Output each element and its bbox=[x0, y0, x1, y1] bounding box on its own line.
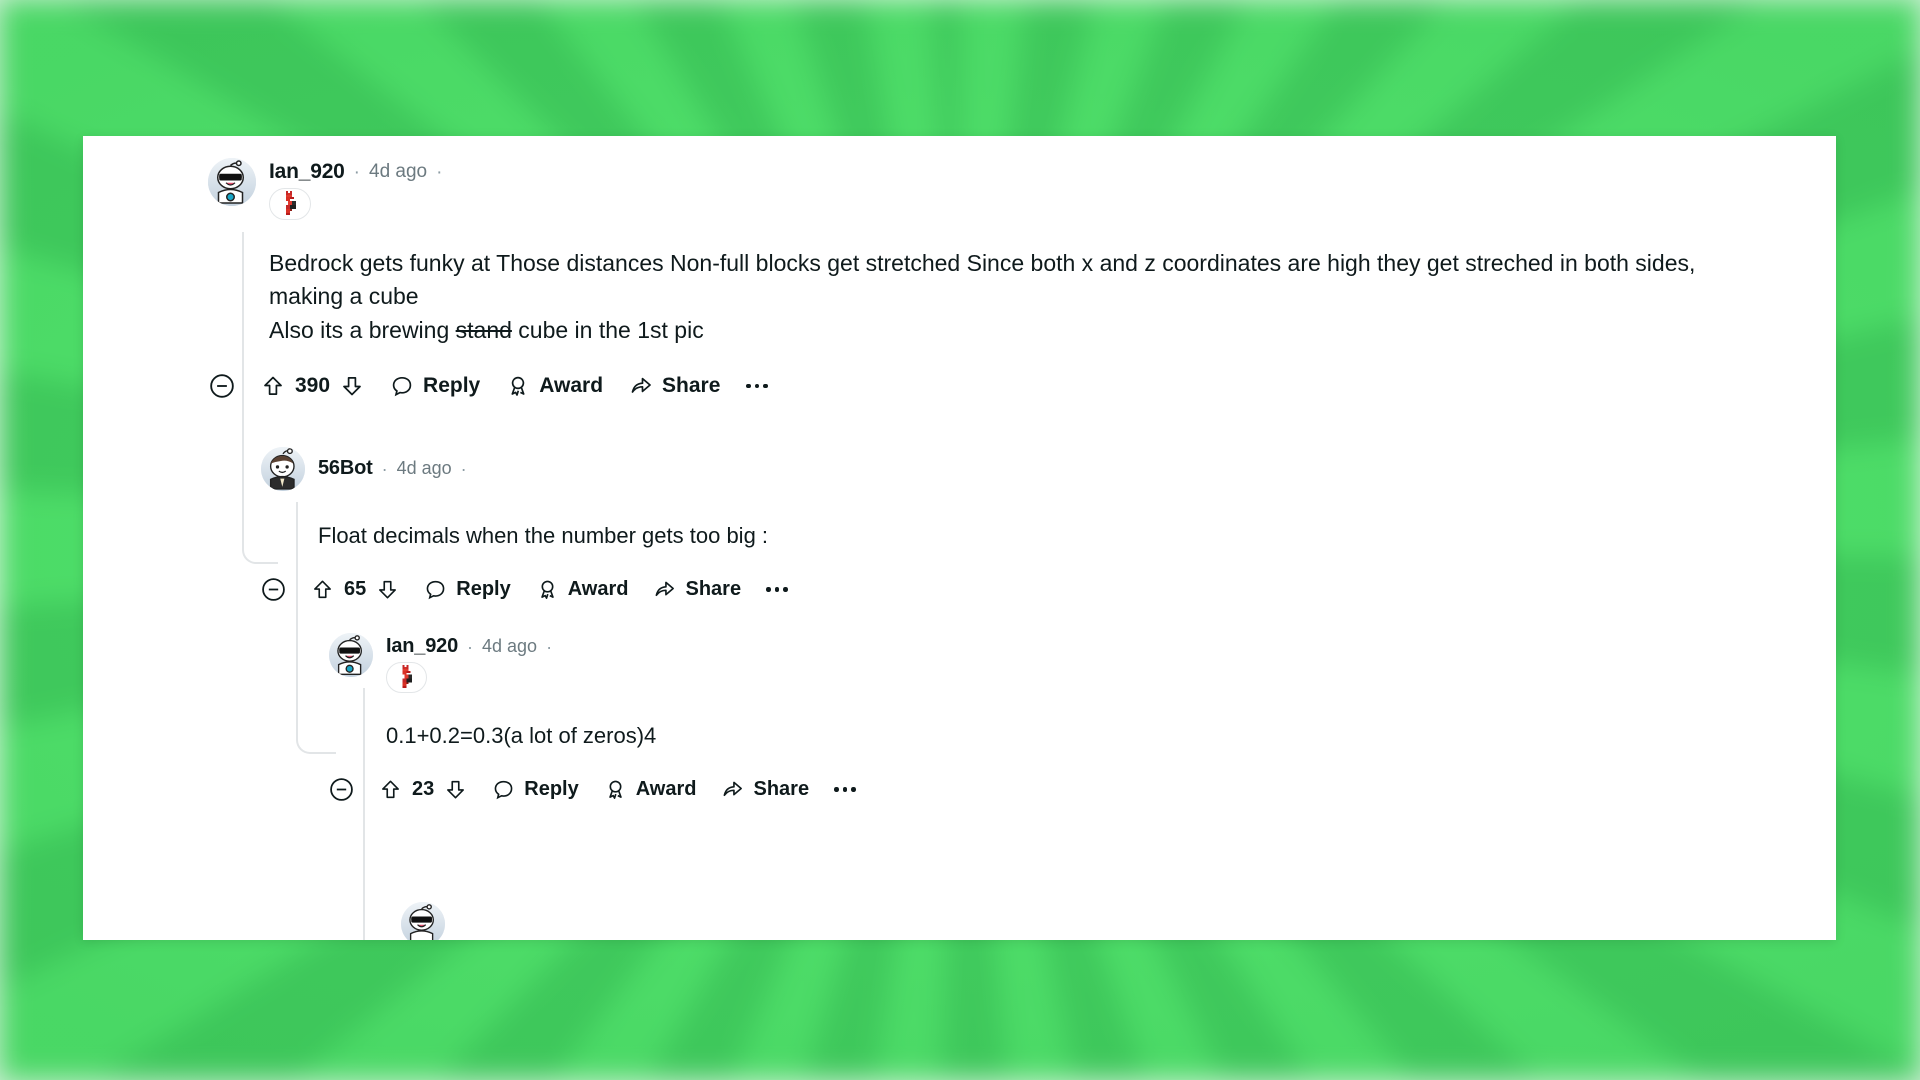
downvote-button[interactable] bbox=[376, 578, 399, 601]
vote-group: 390 bbox=[261, 374, 364, 398]
upvote-button[interactable] bbox=[379, 778, 402, 801]
share-arrow-icon bbox=[721, 778, 744, 801]
comment-bubble-icon bbox=[424, 578, 447, 601]
share-button[interactable]: Share bbox=[629, 374, 720, 398]
comment-paragraph: Bedrock gets funky at Those distances No… bbox=[269, 247, 1767, 314]
comment-header: 56Bot · 4d ago · bbox=[261, 447, 788, 491]
award-ribbon-icon bbox=[604, 778, 627, 801]
meta-separator: · bbox=[381, 458, 388, 479]
vote-score: 65 bbox=[344, 577, 367, 600]
timestamp: 4d ago bbox=[482, 636, 538, 656]
share-label: Share bbox=[753, 777, 810, 800]
award-button[interactable]: Award bbox=[506, 374, 603, 398]
avatar[interactable] bbox=[401, 902, 445, 940]
reply-label: Reply bbox=[524, 777, 579, 800]
meta-separator-trailing: · bbox=[460, 458, 467, 479]
author-row: Ian_920 · 4d ago · bbox=[269, 160, 442, 184]
more-options-button[interactable] bbox=[746, 383, 768, 389]
comment-paragraph: Also its a brewing stand cube in the 1st… bbox=[269, 314, 1767, 347]
comment-paragraph: 0.1+0.2=0.3(a lot of zeros)4 bbox=[386, 720, 856, 752]
paragraph-text: 0.1+0.2=0.3(a lot of zeros)4 bbox=[386, 723, 657, 748]
paragraph-text-before: Also its a brewing bbox=[269, 316, 456, 343]
more-options-button[interactable] bbox=[766, 587, 788, 592]
comment-thread-card: Ian_920 · 4d ago · Bedrock gets funky at… bbox=[83, 136, 1836, 940]
share-arrow-icon bbox=[653, 578, 676, 601]
award-ribbon-icon bbox=[536, 578, 559, 601]
meta-separator: · bbox=[467, 636, 473, 657]
vote-score: 390 bbox=[295, 374, 331, 398]
author-row: Ian_920 · 4d ago · bbox=[386, 635, 552, 658]
comment-meta: Ian_920 · 4d ago · bbox=[269, 158, 442, 220]
upvote-button[interactable] bbox=[311, 578, 334, 601]
comment-meta: 56Bot · 4d ago · bbox=[318, 447, 467, 480]
comment-item: Ian_920 · 4d ago · bbox=[329, 633, 856, 802]
paragraph-text: Float decimals when the number gets too … bbox=[318, 523, 769, 548]
meta-separator-trailing: · bbox=[436, 161, 443, 183]
comment-action-bar: 65 Reply Award Share bbox=[261, 577, 788, 602]
avatar[interactable] bbox=[261, 447, 305, 491]
downvote-button[interactable] bbox=[340, 374, 364, 398]
award-label: Award bbox=[635, 777, 697, 800]
award-ribbon-icon bbox=[506, 374, 530, 398]
avatar[interactable] bbox=[329, 633, 373, 677]
share-label: Share bbox=[685, 577, 742, 600]
timestamp: 4d ago bbox=[396, 458, 452, 478]
reply-button[interactable]: Reply bbox=[424, 577, 511, 601]
user-flair-badge[interactable] bbox=[386, 662, 427, 693]
comment-bubble-icon bbox=[492, 778, 515, 801]
user-flair-badge[interactable] bbox=[269, 188, 311, 220]
more-options-button[interactable] bbox=[834, 787, 856, 792]
collapse-comment-button[interactable] bbox=[261, 577, 286, 602]
share-button[interactable]: Share bbox=[721, 778, 809, 801]
vote-score: 23 bbox=[412, 777, 435, 800]
award-label: Award bbox=[567, 577, 629, 600]
reply-label: Reply bbox=[423, 374, 481, 398]
comment-header: Ian_920 · 4d ago · bbox=[208, 158, 1767, 220]
comment-paragraph: Float decimals when the number gets too … bbox=[318, 520, 788, 552]
comment-item-partial bbox=[401, 902, 445, 940]
reply-button[interactable]: Reply bbox=[492, 777, 579, 801]
paragraph-text-after: cube in the 1st pic bbox=[511, 316, 704, 343]
comment-item: Ian_920 · 4d ago · bbox=[208, 158, 1767, 399]
comment-action-bar: 390 Reply Award Share bbox=[209, 373, 1767, 399]
avatar[interactable] bbox=[208, 158, 256, 206]
upvote-button[interactable] bbox=[261, 374, 285, 398]
author-name[interactable]: 56Bot bbox=[318, 457, 373, 480]
author-name[interactable]: Ian_920 bbox=[269, 160, 345, 184]
vote-group: 65 bbox=[311, 578, 399, 601]
author-row: 56Bot · 4d ago · bbox=[318, 449, 467, 480]
reply-label: Reply bbox=[456, 577, 511, 600]
share-label: Share bbox=[662, 374, 721, 398]
share-arrow-icon bbox=[629, 374, 653, 398]
award-button[interactable]: Award bbox=[536, 577, 629, 601]
comment-action-bar: 23 Reply Award Share bbox=[329, 777, 856, 802]
comment-bubble-icon bbox=[390, 374, 414, 398]
meta-separator-trailing: · bbox=[546, 636, 553, 657]
collapse-comment-button[interactable] bbox=[329, 777, 354, 802]
award-label: Award bbox=[539, 374, 604, 398]
downvote-button[interactable] bbox=[444, 778, 467, 801]
share-button[interactable]: Share bbox=[653, 578, 741, 601]
comment-item: 56Bot · 4d ago · Float decimals when the… bbox=[261, 447, 788, 602]
paragraph-text: Bedrock gets funky at Those distances No… bbox=[269, 250, 1696, 310]
struck-text: stand bbox=[455, 316, 512, 343]
reply-button[interactable]: Reply bbox=[390, 374, 480, 398]
comment-meta: Ian_920 · 4d ago · bbox=[386, 633, 552, 693]
minecraft-redstone-torch-icon bbox=[284, 191, 296, 215]
comment-header: Ian_920 · 4d ago · bbox=[329, 633, 856, 693]
minecraft-redstone-torch-icon bbox=[400, 665, 413, 688]
thread-curve-level-3-to-4 bbox=[363, 938, 405, 940]
award-button[interactable]: Award bbox=[604, 777, 697, 801]
timestamp: 4d ago bbox=[369, 161, 428, 182]
collapse-comment-button[interactable] bbox=[209, 373, 235, 399]
author-name[interactable]: Ian_920 bbox=[386, 635, 458, 658]
meta-separator: · bbox=[353, 161, 360, 183]
vote-group: 23 bbox=[379, 778, 467, 801]
